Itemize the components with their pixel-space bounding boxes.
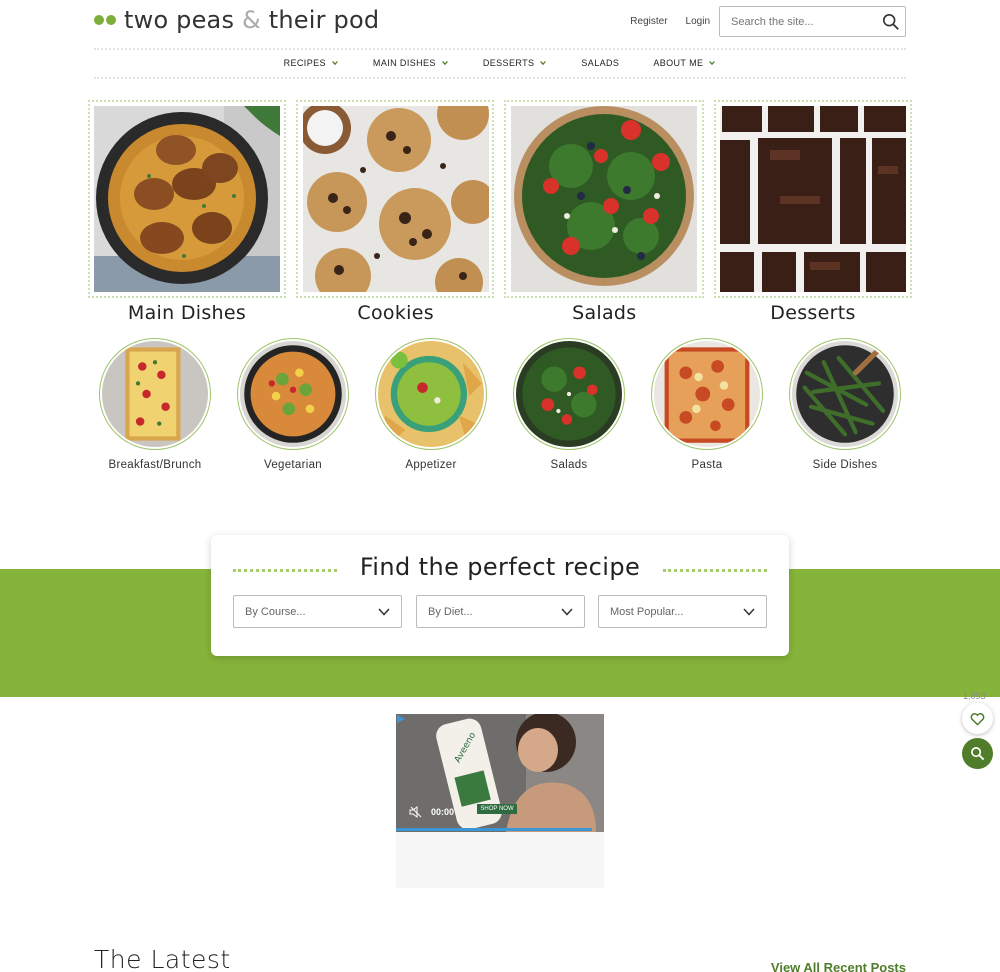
category-label[interactable]: Desserts [720,302,906,324]
chevron-down-icon [540,60,547,66]
brownies-image[interactable] [719,106,906,292]
ad-progress-bar [396,828,592,831]
salad-image[interactable] [511,106,698,292]
account-links: Register Login [630,16,710,27]
skillet-image[interactable] [237,338,349,450]
subcategory-vegetarian[interactable]: Vegetarian [235,338,351,471]
nav-main-dishes[interactable]: MAIN DISHES [373,52,449,74]
category-grid: Main Dishes Cookies Salads Desserts [94,106,906,324]
category-desserts[interactable]: Desserts [719,106,906,324]
subcategory-label[interactable]: Side Dishes [787,459,903,471]
chevron-down-icon [332,60,338,66]
logo-dots [94,15,116,25]
login-link[interactable]: Login [686,16,710,27]
header-divider [94,48,906,50]
popularity-select[interactable]: Most Popular... [598,595,767,628]
favorites-button[interactable] [962,703,993,734]
category-main-dishes[interactable]: Main Dishes [94,106,280,324]
ad-video-frame[interactable]: Aveeno 00:00 SHOP NOW [396,714,604,832]
lasagna-image[interactable] [651,338,763,450]
register-link[interactable]: Register [630,16,667,27]
skillet-chicken-image[interactable] [94,106,280,292]
subcategory-label[interactable]: Vegetarian [235,459,351,471]
chevron-down-icon [441,60,448,66]
favorites-count: 1,093 [963,691,986,701]
nav-about-me[interactable]: ABOUT ME [653,52,716,74]
category-label[interactable]: Main Dishes [94,302,280,324]
latest-heading: The Latest [94,945,231,972]
category-label[interactable]: Cookies [303,302,489,324]
subcategory-breakfast-brunch[interactable]: Breakfast/Brunch [97,338,213,471]
category-label[interactable]: Salads [511,302,697,324]
site-logo[interactable]: two peas & their pod [94,6,379,34]
cookies-image[interactable] [302,106,489,292]
ad-timer: 00:00 [431,807,455,817]
chevron-down-icon [561,608,573,616]
subcategory-pasta[interactable]: Pasta [649,338,765,471]
chevron-down-icon [743,608,755,616]
category-cookies[interactable]: Cookies [302,106,489,324]
subcategory-label[interactable]: Salads [511,459,627,471]
subcategory-row: Breakfast/Brunch Vegetarian Appetizer Sa… [94,338,906,471]
nav-recipes[interactable]: RECIPES [284,52,339,74]
search-input[interactable] [720,7,870,36]
site-search [719,6,906,37]
chevron-down-icon [709,60,716,66]
adchoices-icon[interactable] [396,714,408,724]
finder-title: Find the perfect recipe [359,553,641,581]
tart-image[interactable] [99,338,211,450]
course-select[interactable]: By Course... [233,595,402,628]
subcategory-salads[interactable]: Salads [511,338,627,471]
subcategory-label[interactable]: Pasta [649,459,765,471]
mute-icon[interactable] [409,806,423,818]
subcategory-label[interactable]: Appetizer [373,459,489,471]
main-nav: RECIPES MAIN DISHES DESSERTS SALADS ABOU… [0,52,1000,74]
decor-dots-right [663,569,767,572]
salad-image[interactable] [513,338,625,450]
logo-text: two peas & their pod [124,6,380,34]
floating-search-button[interactable] [962,738,993,769]
subcategory-label[interactable]: Breakfast/Brunch [97,459,213,471]
video-ad[interactable]: Aveeno 00:00 SHOP NOW [396,714,604,888]
recipe-finder: Find the perfect recipe By Course... By … [211,535,789,656]
heart-icon [970,712,985,726]
green-beans-image[interactable] [789,338,901,450]
nav-divider [94,77,906,79]
subcategory-appetizer[interactable]: Appetizer [373,338,489,471]
guacamole-image[interactable] [375,338,487,450]
search-icon [971,747,985,761]
view-all-posts-link[interactable]: View All Recent Posts [771,960,906,972]
nav-salads[interactable]: SALADS [581,52,619,74]
ad-shop-now-button[interactable]: SHOP NOW [477,804,517,814]
subcategory-side-dishes[interactable]: Side Dishes [787,338,903,471]
category-salads[interactable]: Salads [511,106,698,324]
site-header: two peas & their pod Register Login [94,0,906,48]
nav-desserts[interactable]: DESSERTS [483,52,548,74]
chevron-down-icon [378,608,390,616]
diet-select[interactable]: By Diet... [416,595,585,628]
search-icon[interactable] [882,13,900,31]
